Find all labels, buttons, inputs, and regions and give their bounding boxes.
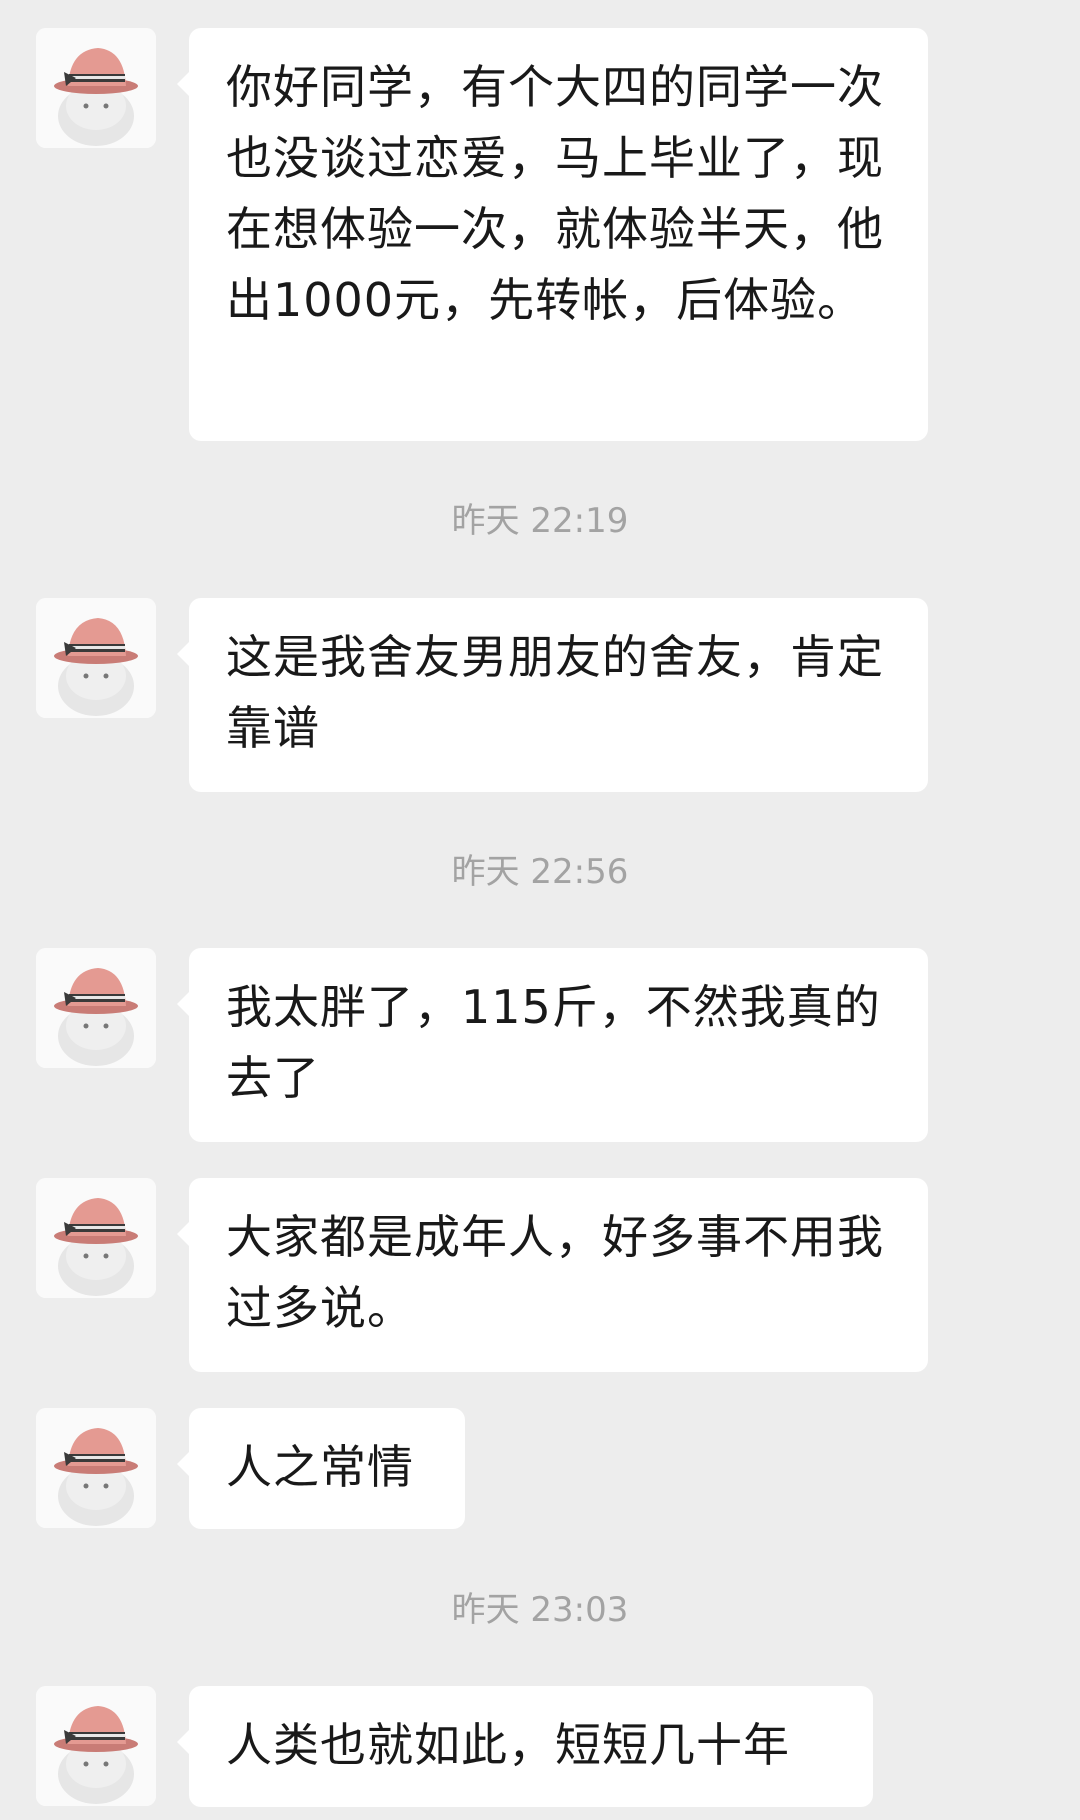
avatar[interactable] <box>36 598 156 718</box>
cat-with-pink-hat-avatar-icon <box>36 1408 156 1528</box>
avatar[interactable] <box>36 1178 156 1298</box>
avatar[interactable] <box>36 1686 156 1806</box>
cat-with-pink-hat-avatar-icon <box>36 598 156 718</box>
message-text: 你好同学，有个大四的同学一次也没谈过恋爱，马上毕业了，现在想体验一次，就体验半天… <box>226 60 884 327</box>
timestamp: 昨天 23:03 <box>451 1590 629 1630</box>
message-bubble[interactable]: 你好同学，有个大四的同学一次也没谈过恋爱，马上毕业了，现在想体验一次，就体验半天… <box>177 28 928 441</box>
message-bubble[interactable]: 人之常情 <box>177 1408 465 1529</box>
avatar[interactable] <box>36 28 156 148</box>
cat-with-pink-hat-avatar-icon <box>36 28 156 148</box>
message-text: 这是我舍友男朋友的舍友，肯定靠谱 <box>226 630 884 755</box>
timestamp: 昨天 22:19 <box>451 501 629 541</box>
timestamp: 昨天 22:56 <box>451 852 629 892</box>
message-bubble[interactable]: 人类也就如此，短短几十年 <box>177 1686 873 1807</box>
message-bubble[interactable]: 我太胖了，115斤，不然我真的去了 <box>177 948 928 1142</box>
avatar[interactable] <box>36 1408 156 1528</box>
message-text: 人类也就如此，短短几十年 <box>226 1718 790 1772</box>
message-bubble[interactable]: 这是我舍友男朋友的舍友，肯定靠谱 <box>177 598 928 792</box>
avatar[interactable] <box>36 948 156 1068</box>
message-text: 人之常情 <box>226 1440 414 1494</box>
message-text: 大家都是成年人，好多事不用我过多说。 <box>226 1210 884 1335</box>
cat-with-pink-hat-avatar-icon <box>36 1178 156 1298</box>
message-bubble[interactable]: 大家都是成年人，好多事不用我过多说。 <box>177 1178 928 1372</box>
message-text: 我太胖了，115斤，不然我真的去了 <box>226 980 881 1105</box>
cat-with-pink-hat-avatar-icon <box>36 1686 156 1806</box>
cat-with-pink-hat-avatar-icon <box>36 948 156 1068</box>
